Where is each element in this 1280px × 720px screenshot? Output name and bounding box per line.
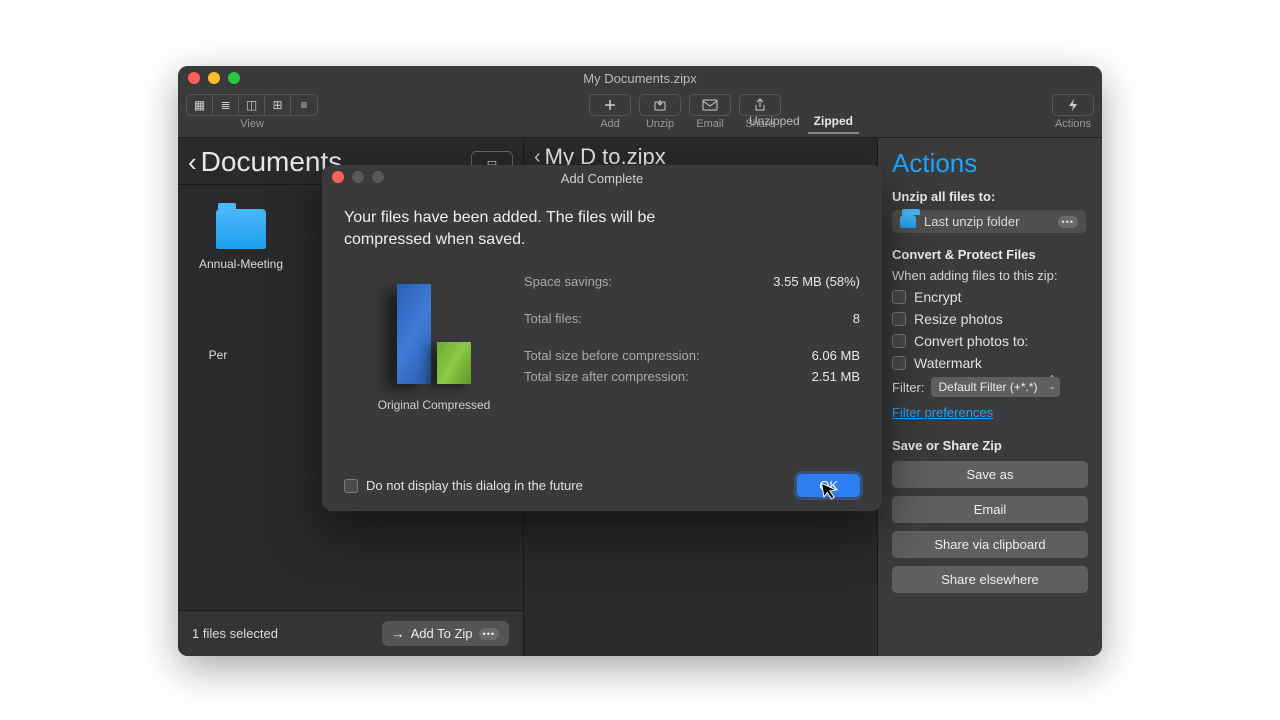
checkbox-icon[interactable] bbox=[892, 312, 906, 326]
encrypt-checkbox-row[interactable]: Encrypt bbox=[892, 289, 1088, 305]
convert-label: Convert photos to: bbox=[914, 333, 1028, 349]
checkbox-icon[interactable] bbox=[892, 290, 906, 304]
actions-label: Actions bbox=[1055, 118, 1091, 130]
space-savings-label: Space savings: bbox=[524, 274, 612, 289]
watermark-checkbox-row[interactable]: Watermark bbox=[892, 355, 1088, 371]
convert-checkbox-row[interactable]: Convert photos to: bbox=[892, 333, 1088, 349]
before-compression-value: 6.06 MB bbox=[812, 348, 860, 363]
total-files-value: 8 bbox=[853, 311, 860, 326]
filter-label: Filter: bbox=[892, 380, 925, 395]
selection-status: 1 files selected bbox=[192, 626, 278, 641]
share-elsewhere-button[interactable]: Share elsewhere bbox=[892, 566, 1088, 593]
cursor-icon bbox=[820, 480, 839, 502]
checkbox-icon[interactable] bbox=[892, 334, 906, 348]
more-icon[interactable]: ••• bbox=[1058, 216, 1078, 228]
dont-show-row[interactable]: Do not display this dialog in the future bbox=[344, 478, 583, 493]
actions-button[interactable] bbox=[1052, 94, 1094, 116]
unzip-section-label: Unzip all files to: bbox=[892, 189, 1088, 204]
folder-icon bbox=[900, 215, 916, 228]
dialog-title: Add Complete bbox=[561, 171, 643, 186]
total-files-label: Total files: bbox=[524, 311, 582, 326]
space-savings-value: 3.55 MB (58%) bbox=[773, 274, 860, 289]
toolbar: ▦ ≣ ◫ ⊞ ≡ View Add Unzip bbox=[178, 90, 1102, 138]
tab-unzipped[interactable]: Unzipped bbox=[743, 110, 806, 134]
window-traffic-lights bbox=[188, 72, 240, 84]
close-window-button[interactable] bbox=[188, 72, 200, 84]
when-adding-label: When adding files to this zip: bbox=[892, 268, 1088, 283]
convert-protect-label: Convert & Protect Files bbox=[892, 247, 1088, 262]
detail-view-icon[interactable]: ≡ bbox=[291, 95, 317, 115]
grid-view-icon[interactable]: ▦ bbox=[187, 95, 213, 115]
unzip-destination-label: Last unzip folder bbox=[924, 214, 1019, 229]
add-complete-dialog: Add Complete Your files have been added.… bbox=[322, 165, 882, 511]
actions-pane: Actions Unzip all files to: Last unzip f… bbox=[878, 138, 1102, 656]
folder-item[interactable]: Per bbox=[198, 300, 238, 363]
window-title: My Documents.zipx bbox=[583, 71, 696, 86]
view-label: View bbox=[240, 118, 264, 130]
dialog-titlebar: Add Complete bbox=[322, 165, 882, 191]
coverflow-view-icon[interactable]: ⊞ bbox=[265, 95, 291, 115]
chart-label: Original Compressed bbox=[344, 398, 524, 412]
back-chevron-icon[interactable]: ‹ bbox=[188, 147, 197, 178]
before-compression-label: Total size before compression: bbox=[524, 348, 700, 363]
add-to-zip-button[interactable]: → Add To Zip ••• bbox=[382, 621, 509, 646]
envelope-icon bbox=[702, 99, 718, 111]
resize-checkbox-row[interactable]: Resize photos bbox=[892, 311, 1088, 327]
view-segmented-control[interactable]: ▦ ≣ ◫ ⊞ ≡ bbox=[186, 94, 318, 116]
filter-select[interactable]: Default Filter (+*.*) bbox=[931, 377, 1060, 397]
watermark-label: Watermark bbox=[914, 355, 982, 371]
filter-preferences-link[interactable]: Filter preferences bbox=[892, 405, 993, 420]
zoom-window-button[interactable] bbox=[228, 72, 240, 84]
compression-chart: Original Compressed bbox=[344, 260, 524, 412]
dialog-traffic-lights bbox=[332, 171, 384, 183]
email-label: Email bbox=[696, 118, 724, 130]
list-view-icon[interactable]: ≣ bbox=[213, 95, 239, 115]
toolbar-view-group: ▦ ≣ ◫ ⊞ ≡ View bbox=[186, 94, 318, 130]
add-label: Add bbox=[600, 118, 620, 130]
add-button[interactable] bbox=[589, 94, 631, 116]
encrypt-label: Encrypt bbox=[914, 289, 961, 305]
close-dialog-button[interactable] bbox=[332, 171, 344, 183]
actions-heading: Actions bbox=[892, 148, 1088, 179]
email-button[interactable]: Email bbox=[892, 496, 1088, 523]
unzip-button[interactable] bbox=[639, 94, 681, 116]
checkbox-icon[interactable] bbox=[892, 356, 906, 370]
dialog-message: Your files have been added. The files wi… bbox=[322, 191, 752, 250]
share-clipboard-button[interactable]: Share via clipboard bbox=[892, 531, 1088, 558]
status-bar: 1 files selected → Add To Zip ••• bbox=[178, 610, 523, 656]
unzip-destination-button[interactable]: Last unzip folder ••• bbox=[892, 210, 1086, 233]
unzip-label: Unzip bbox=[646, 118, 674, 130]
filter-row: Filter: Default Filter (+*.*) bbox=[892, 377, 1088, 397]
compressed-bar bbox=[437, 342, 471, 384]
save-as-button[interactable]: Save as bbox=[892, 461, 1088, 488]
add-to-zip-label: Add To Zip bbox=[411, 626, 473, 641]
bolt-icon bbox=[1067, 98, 1079, 112]
minimize-window-button[interactable] bbox=[208, 72, 220, 84]
folder-name: Per bbox=[198, 348, 238, 363]
column-view-icon[interactable]: ◫ bbox=[239, 95, 265, 115]
after-compression-label: Total size after compression: bbox=[524, 369, 689, 384]
folder-name: Annual-Meeting bbox=[198, 257, 284, 272]
unzip-icon bbox=[653, 98, 667, 112]
archive-tabs: Unzipped Zipped bbox=[733, 110, 869, 134]
minimize-dialog-button bbox=[352, 171, 364, 183]
folder-icon bbox=[216, 209, 266, 249]
arrow-right-icon: → bbox=[392, 626, 405, 641]
resize-label: Resize photos bbox=[914, 311, 1003, 327]
compression-stats: Space savings: 3.55 MB (58%) Total files… bbox=[524, 260, 860, 412]
checkbox-icon[interactable] bbox=[344, 479, 358, 493]
more-icon[interactable]: ••• bbox=[479, 628, 499, 640]
email-button[interactable] bbox=[689, 94, 731, 116]
folder-item[interactable]: Annual-Meeting bbox=[198, 209, 284, 272]
tab-zipped[interactable]: Zipped bbox=[808, 110, 859, 134]
after-compression-value: 2.51 MB bbox=[812, 369, 860, 384]
dont-show-label: Do not display this dialog in the future bbox=[366, 478, 583, 493]
zoom-dialog-button bbox=[372, 171, 384, 183]
original-bar bbox=[397, 284, 431, 384]
window-titlebar: My Documents.zipx bbox=[178, 66, 1102, 90]
plus-icon bbox=[603, 98, 617, 112]
save-share-label: Save or Share Zip bbox=[892, 438, 1088, 453]
